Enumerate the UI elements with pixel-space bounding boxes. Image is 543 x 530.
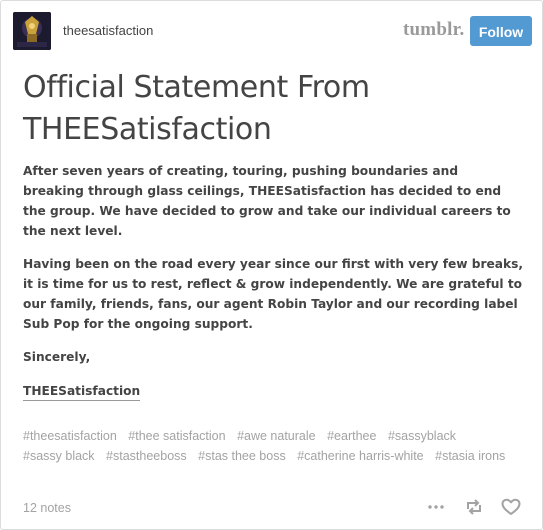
tag-link[interactable]: #sassy black <box>23 449 95 463</box>
tag-link[interactable]: #stastheeboss <box>106 449 187 463</box>
post-actions <box>425 496 525 518</box>
post-header: theesatisfaction tumblr. Follow <box>1 1 542 63</box>
tag-list: #theesatisfaction #thee satisfaction #aw… <box>23 426 523 466</box>
post-card: theesatisfaction tumblr. Follow Official… <box>0 0 543 530</box>
blog-name-link[interactable]: theesatisfaction <box>63 23 153 38</box>
tag-link[interactable]: #stas thee boss <box>198 449 286 463</box>
tag-link[interactable]: #stasia irons <box>435 449 505 463</box>
tumblr-logo[interactable]: tumblr. <box>403 19 464 41</box>
paragraph-1: After seven years of creating, touring, … <box>23 164 511 238</box>
like-icon[interactable] <box>500 496 522 518</box>
post-body: After seven years of creating, touring, … <box>23 161 523 401</box>
tag-link[interactable]: #thee satisfaction <box>128 429 225 443</box>
reblog-icon[interactable] <box>463 496 485 518</box>
notes-count[interactable]: 12 notes <box>23 501 71 515</box>
tag-link[interactable]: #awe naturale <box>237 429 316 443</box>
signature: THEESatisfaction <box>23 382 141 401</box>
avatar-image <box>13 12 51 50</box>
tag-link[interactable]: #sassyblack <box>388 429 456 443</box>
avatar[interactable] <box>13 12 51 50</box>
tag-link[interactable]: #earthee <box>327 429 376 443</box>
paragraph-2: Having been on the road every year since… <box>23 257 523 331</box>
more-icon[interactable] <box>425 496 447 518</box>
post-title: Official Statement From THEESatisfaction <box>23 70 370 147</box>
tag-link[interactable]: #catherine harris-white <box>297 449 423 463</box>
tag-link[interactable]: #theesatisfaction <box>23 429 117 443</box>
sign-off: Sincerely, <box>23 350 91 364</box>
follow-button[interactable]: Follow <box>470 16 532 46</box>
